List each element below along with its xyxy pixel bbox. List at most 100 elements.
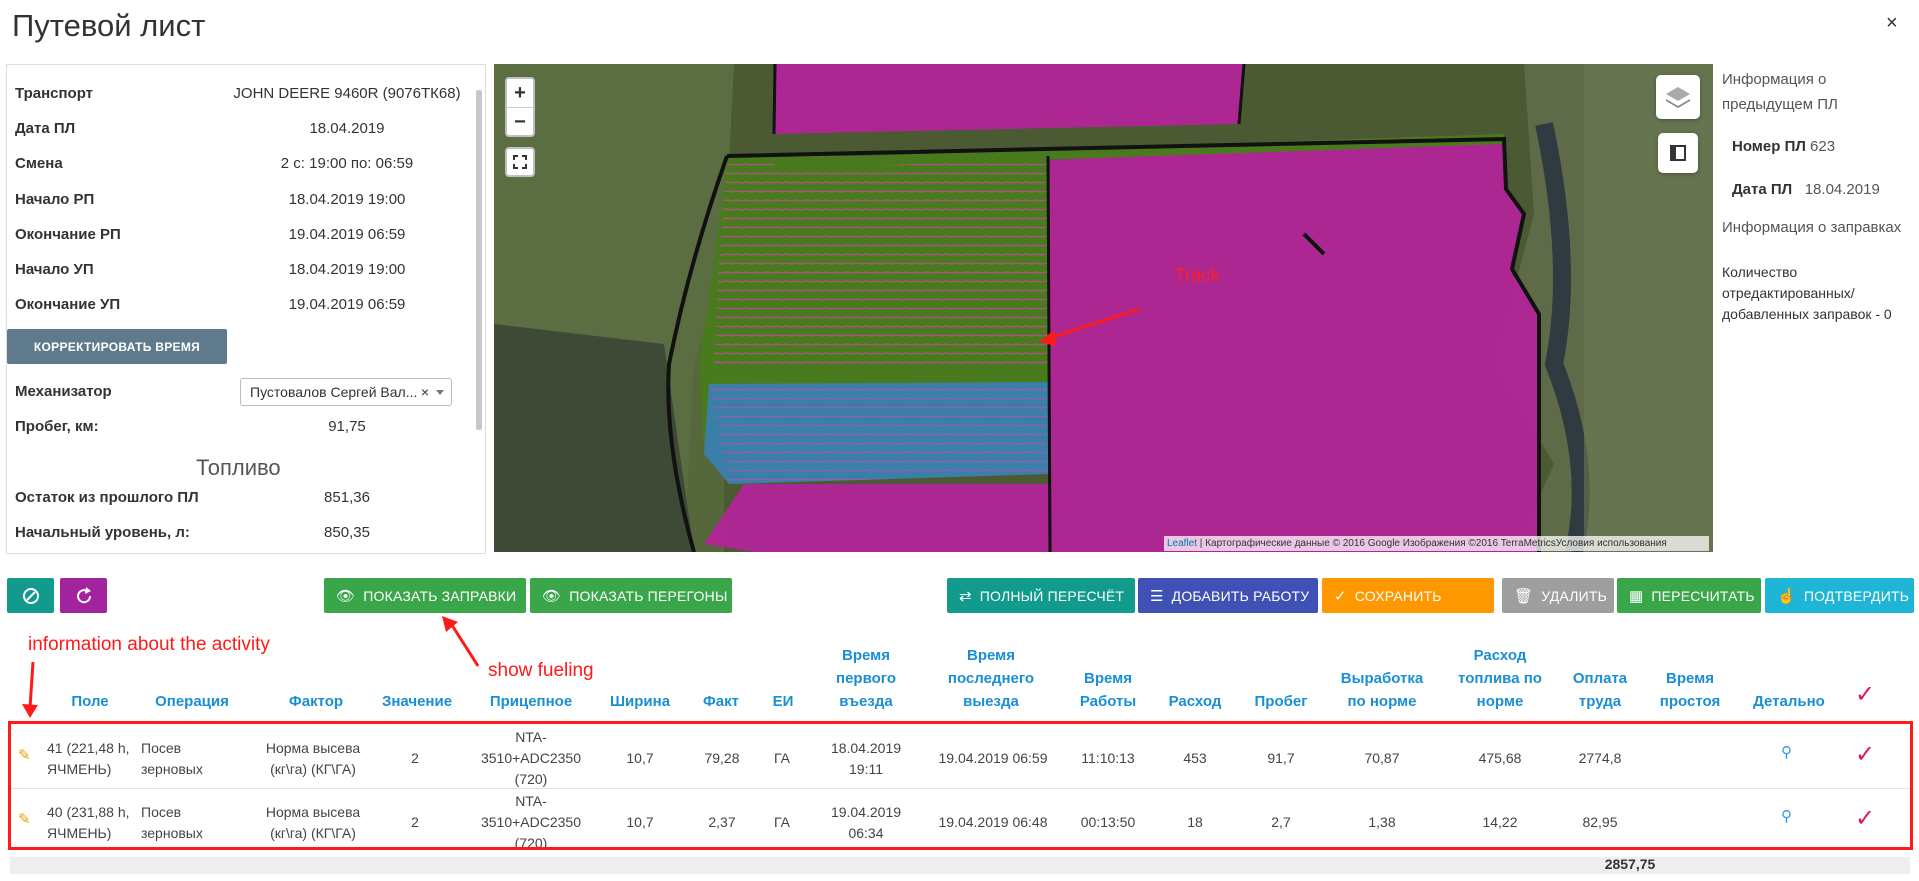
transport-label: Транспорт [15,85,94,102]
activity-highlight-box [8,721,1913,850]
col-output-norm[interactable]: Выработка по норме [1330,667,1434,713]
chevron-down-icon[interactable] [436,390,444,395]
save-label: СОХРАНИТЬ [1354,587,1442,604]
recalc-label: ПЕРЕСЧИТАТЬ [1651,587,1755,604]
fuel-start-value: 850,35 [324,524,370,541]
recalc-button[interactable]: ▦ ПЕРЕСЧИТАТЬ [1617,578,1761,613]
hand-icon: ☝ [1777,587,1796,605]
mechanic-select[interactable]: Пустовалов Сергей Вал... × [240,378,452,406]
prev-number: Номер ПЛ 623 [1732,138,1835,155]
col-idle[interactable]: Время простоя [1648,667,1732,713]
confirm-all-icon[interactable]: ✓ [1855,680,1875,709]
col-mileage[interactable]: Пробег [1243,690,1319,713]
col-factor[interactable]: Фактор [256,690,376,713]
refresh-icon [76,586,91,603]
layers-icon [1666,87,1690,108]
col-field[interactable]: Поле [50,690,130,713]
total-pay: 2857,75 [1604,856,1656,872]
mechanic-select-value: Пустовалов Сергей Вал... [250,384,418,400]
show-fueling-button[interactable]: 👁 ПОКАЗАТЬ ЗАПРАВКИ [324,578,526,613]
close-icon[interactable]: × [1886,12,1898,35]
shift-label: Смена [15,155,63,172]
col-work-time[interactable]: Время Работы [1070,667,1146,713]
check-icon: ✓ [1334,587,1347,605]
full-recalc-button[interactable]: ⇄ ПОЛНЫЙ ПЕРЕСЧЁТ [947,578,1135,613]
confirm-button[interactable]: ☝ ПОДТВЕРДИТЬ [1765,578,1914,613]
col-pay[interactable]: Оплата труда [1564,667,1636,713]
refresh-button[interactable] [60,578,107,613]
show-fueling-label: ПОКАЗАТЬ ЗАПРАВКИ [363,587,517,604]
col-first-entry[interactable]: Время первого въезда [818,644,914,713]
col-value[interactable]: Значение [372,690,462,713]
link-button[interactable] [7,578,54,613]
prev-number-label: Номер ПЛ [1732,138,1806,155]
zoom-in-button[interactable]: + [507,79,533,108]
activity-annotation: information about the activity [28,634,270,655]
fuel-remaining-label: Остаток из прошлого ПЛ [15,489,199,506]
full-recalc-label: ПОЛНЫЙ ПЕРЕСЧЁТ [979,587,1125,604]
draw-button[interactable] [1658,133,1698,173]
fueling-arrow [442,616,480,667]
col-fact[interactable]: Факт [688,690,754,713]
fullscreen-icon [513,155,527,169]
panel-scrollbar[interactable] [476,90,482,430]
clear-icon[interactable]: × [421,384,429,400]
map-view[interactable] [494,64,1713,552]
leaflet-link[interactable]: Leaflet [1167,538,1197,549]
add-work-button[interactable]: ☰ ДОБАВИТЬ РАБОТУ [1138,578,1318,613]
rp-start-value: 18.04.2019 19:00 [288,191,406,208]
zoom-control: + − [505,77,535,137]
col-trailer[interactable]: Прицепное [476,690,586,713]
fullscreen-button[interactable] [505,147,535,177]
show-transfers-label: ПОКАЗАТЬ ПЕРЕГОНЫ [569,587,728,604]
col-detail[interactable]: Детально [1745,690,1833,713]
zoom-out-button[interactable]: − [507,108,533,136]
prev-date-label: Дата ПЛ [1732,181,1793,198]
col-last-exit[interactable]: Время последнего выезда [936,644,1046,713]
waybill-date-label: Дата ПЛ [15,120,76,137]
up-end-label: Окончание УП [15,296,121,313]
col-unit[interactable]: ЕИ [758,690,808,713]
col-fuel-norm[interactable]: Расход топлива по норме [1450,644,1550,713]
col-consumption[interactable]: Расход [1160,690,1230,713]
mileage-label: Пробег, км: [15,418,99,435]
trash-icon: 🗑 [1514,587,1534,605]
waybill-date-value: 18.04.2019 [309,120,385,137]
col-operation[interactable]: Операция [142,690,242,713]
square-draw-icon [1670,145,1686,161]
up-end-value: 19.04.2019 06:59 [288,296,406,313]
calculator-icon: ▦ [1629,587,1644,605]
rp-end-value: 19.04.2019 06:59 [288,226,406,243]
list-icon: ☰ [1150,587,1164,605]
map-attribution: Leaflet | Картографические данные © 2016… [1164,536,1709,551]
add-work-label: ДОБАВИТЬ РАБОТУ [1171,587,1310,604]
track-annotation: Track [1175,265,1220,285]
page-title: Путевой лист [12,8,206,43]
attribution-text: | Картографические данные © 2016 Google … [1197,538,1667,549]
exchange-icon: ⇄ [959,587,972,605]
transport-value: JOHN DEERE 9460R (9076ТК68) [233,85,461,102]
fuel-heading: Топливо [196,455,281,480]
activity-arrow [22,661,38,718]
fuel-start-label: Начальный уровень, л: [15,524,190,541]
correct-time-button[interactable]: КОРРЕКТИРОВАТЬ ВРЕМЯ [7,329,227,364]
prev-waybill-heading: Информация о предыдущем ПЛ [1722,71,1838,113]
confirm-label: ПОДТВЕРДИТЬ [1803,587,1910,604]
eye-icon: 👁 [336,587,356,605]
delete-button[interactable]: 🗑 УДАЛИТЬ [1502,578,1614,613]
show-transfers-button[interactable]: 👁 ПОКАЗАТЬ ПЕРЕГОНЫ [530,578,732,613]
prev-date-value: 18.04.2019 [1804,181,1880,198]
up-start-value: 18.04.2019 19:00 [288,261,406,278]
fueling-annotation: show fueling [488,660,594,681]
save-button[interactable]: ✓ СОХРАНИТЬ [1322,578,1494,613]
eye-icon: 👁 [542,587,562,605]
shift-value: 2 с: 19:00 по: 06:59 [280,155,414,172]
mechanic-label: Механизатор [15,383,112,400]
prev-number-value: 623 [1810,138,1836,155]
col-width[interactable]: Ширина [600,690,680,713]
fueling-info-heading: Информация о заправках [1722,219,1902,236]
delete-label: УДАЛИТЬ [1541,587,1608,604]
layers-button[interactable] [1656,75,1700,119]
fuel-remaining-value: 851,36 [324,489,370,506]
rp-end-label: Окончание РП [15,226,121,243]
